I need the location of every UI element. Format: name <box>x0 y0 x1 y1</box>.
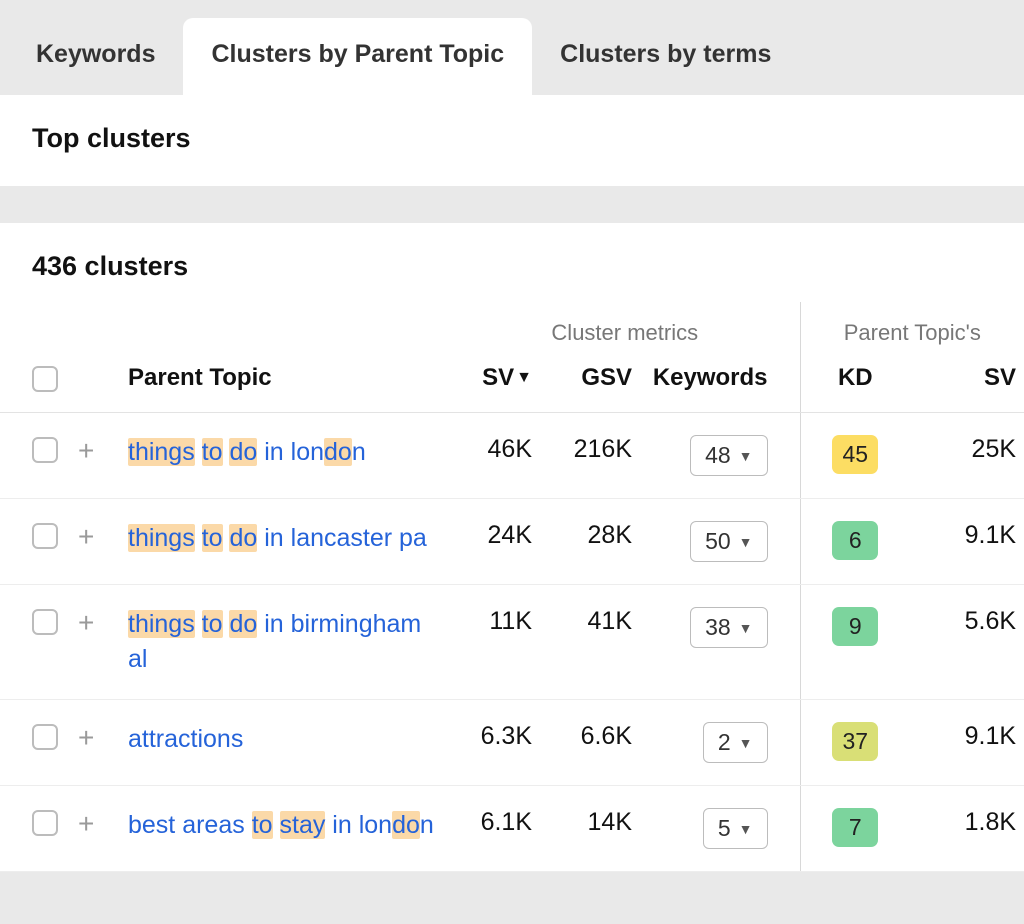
keywords-dropdown[interactable]: 2▼ <box>703 722 768 763</box>
col-sv[interactable]: SV▼ <box>450 354 540 413</box>
table-row: + attractions 6.3K6.6K 2▼ 37 9.1K <box>0 700 1024 786</box>
cell-gsv: 216K <box>540 413 640 499</box>
parent-topic-link[interactable]: things to do in lancaster pa <box>128 524 427 552</box>
select-all-checkbox[interactable] <box>32 366 58 392</box>
cell-sv: 6.3K <box>450 700 540 786</box>
chevron-down-icon: ▼ <box>739 448 753 464</box>
cell-sv2: 9.1K <box>910 499 1024 585</box>
top-clusters-section: Top clusters <box>0 95 1024 187</box>
keywords-dropdown[interactable]: 5▼ <box>703 808 768 849</box>
parent-topic-link[interactable]: things to do in london <box>128 438 366 466</box>
keywords-dropdown[interactable]: 38▼ <box>690 607 767 648</box>
cell-sv: 11K <box>450 585 540 700</box>
chevron-down-icon: ▼ <box>739 735 753 751</box>
row-checkbox[interactable] <box>32 437 58 463</box>
kd-badge: 37 <box>832 722 878 761</box>
col-sv2[interactable]: SV <box>910 354 1024 413</box>
cell-sv: 24K <box>450 499 540 585</box>
parent-topic-link[interactable]: attractions <box>128 725 243 753</box>
row-checkbox[interactable] <box>32 724 58 750</box>
top-clusters-title: Top clusters <box>32 123 992 154</box>
expand-icon[interactable]: + <box>78 724 94 752</box>
cell-sv2: 1.8K <box>910 786 1024 872</box>
section-gap <box>0 187 1024 223</box>
kd-badge: 45 <box>832 435 878 474</box>
cell-sv: 46K <box>450 413 540 499</box>
tab-clusters-parent[interactable]: Clusters by Parent Topic <box>183 18 532 95</box>
row-checkbox[interactable] <box>32 810 58 836</box>
clusters-table-wrapper: Cluster metrics Parent Topic's Parent To… <box>0 302 1024 872</box>
tab-clusters-terms[interactable]: Clusters by terms <box>532 18 799 95</box>
col-gsv[interactable]: GSV <box>540 354 640 413</box>
chevron-down-icon: ▼ <box>739 534 753 550</box>
kd-badge: 9 <box>832 607 878 646</box>
keywords-dropdown[interactable]: 50▼ <box>690 521 767 562</box>
tabs-bar: Keywords Clusters by Parent Topic Cluste… <box>0 0 1024 95</box>
cell-sv2: 5.6K <box>910 585 1024 700</box>
parent-topic-link[interactable]: best areas to stay in london <box>128 811 434 839</box>
expand-icon[interactable]: + <box>78 437 94 465</box>
col-group-cluster-metrics: Cluster metrics <box>450 302 800 354</box>
table-row: + things to do in london 46K216K 48▼ 45 25K <box>0 413 1024 499</box>
row-checkbox[interactable] <box>32 609 58 635</box>
col-kd[interactable]: KD <box>800 354 910 413</box>
cell-sv2: 25K <box>910 413 1024 499</box>
chevron-down-icon: ▼ <box>739 620 753 636</box>
kd-badge: 7 <box>832 808 878 847</box>
cell-sv2: 9.1K <box>910 700 1024 786</box>
table-row: + things to do in lancaster pa 24K28K 50▼ 69… <box>0 499 1024 585</box>
expand-icon[interactable]: + <box>78 810 94 838</box>
parent-topic-link[interactable]: things to do in birmingham al <box>128 610 421 673</box>
cell-gsv: 28K <box>540 499 640 585</box>
tab-keywords[interactable]: Keywords <box>8 18 183 95</box>
expand-icon[interactable]: + <box>78 609 94 637</box>
table-row: + things to do in birmingham al 11K41K 38▼ 9… <box>0 585 1024 700</box>
clusters-count-section: 436 clusters <box>0 223 1024 302</box>
keywords-dropdown[interactable]: 48▼ <box>690 435 767 476</box>
cell-sv: 6.1K <box>450 786 540 872</box>
cell-gsv: 41K <box>540 585 640 700</box>
col-parent-topic[interactable]: Parent Topic <box>120 354 450 413</box>
chevron-down-icon: ▼ <box>739 821 753 837</box>
col-group-parent-topics: Parent Topic's <box>800 302 1024 354</box>
cell-gsv: 14K <box>540 786 640 872</box>
expand-icon[interactable]: + <box>78 523 94 551</box>
kd-badge: 6 <box>832 521 878 560</box>
col-keywords[interactable]: Keywords <box>640 354 800 413</box>
clusters-count: 436 clusters <box>32 251 1024 282</box>
cell-gsv: 6.6K <box>540 700 640 786</box>
table-row: + best areas to stay in london 6.1K14K 5▼ 71… <box>0 786 1024 872</box>
sort-desc-icon: ▼ <box>516 369 532 386</box>
clusters-table: Cluster metrics Parent Topic's Parent To… <box>0 302 1024 872</box>
row-checkbox[interactable] <box>32 523 58 549</box>
